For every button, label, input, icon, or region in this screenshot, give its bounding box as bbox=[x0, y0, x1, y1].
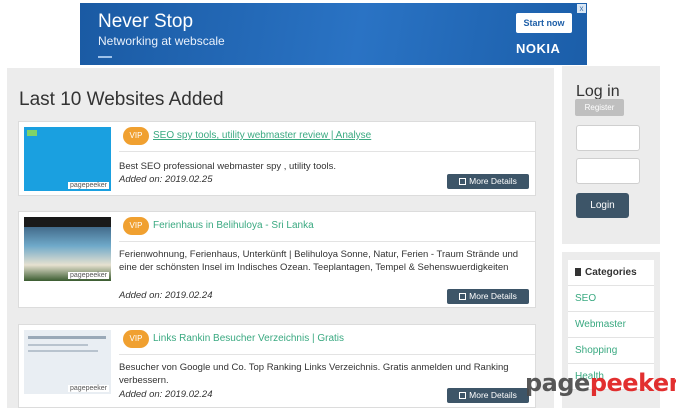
site-added-date: Added on: 2019.02.24 bbox=[119, 389, 213, 400]
list-icon bbox=[459, 178, 467, 185]
ad-close-icon[interactable]: x bbox=[577, 4, 586, 13]
list-icon bbox=[459, 392, 467, 399]
vip-badge: VIP bbox=[123, 330, 149, 348]
thumbnail-detail bbox=[27, 130, 37, 136]
watermark-part2: peeker bbox=[589, 369, 676, 397]
card-header: VIP Ferienhaus in Belihuloya - Sri Lanka bbox=[119, 212, 535, 242]
category-item-seo[interactable]: SEO bbox=[568, 286, 654, 312]
more-details-button[interactable]: More Details bbox=[447, 388, 529, 403]
site-description: Ferienwohnung, Ferienhaus, Unterkünft | … bbox=[119, 249, 519, 273]
list-icon bbox=[459, 293, 467, 300]
site-added-date: Added on: 2019.02.25 bbox=[119, 174, 213, 185]
page-title: Last 10 Websites Added bbox=[19, 89, 224, 110]
more-details-label: More Details bbox=[469, 291, 517, 301]
site-card: pagepeeker VIP Ferienhaus in Belihuloya … bbox=[18, 211, 536, 308]
vip-badge: VIP bbox=[123, 217, 149, 235]
vip-badge: VIP bbox=[123, 127, 149, 145]
more-details-button[interactable]: More Details bbox=[447, 289, 529, 304]
ad-subline: Networking at webscale bbox=[98, 34, 225, 48]
site-added-date: Added on: 2019.02.24 bbox=[119, 290, 213, 301]
site-thumbnail[interactable]: pagepeeker bbox=[24, 330, 111, 394]
bookmark-icon bbox=[575, 268, 581, 276]
site-card: pagepeeker VIP Links Rankin Besucher Ver… bbox=[18, 324, 536, 408]
password-field[interactable] bbox=[576, 158, 640, 184]
thumbnail-detail bbox=[24, 217, 111, 227]
site-card: pagepeeker VIP SEO spy tools, utility we… bbox=[18, 121, 536, 196]
ad-banner[interactable]: Never Stop Networking at webscale Start … bbox=[80, 3, 587, 65]
site-description: Best SEO professional webmaster spy , ut… bbox=[119, 161, 337, 172]
thumbnail-brand: pagepeeker bbox=[68, 272, 109, 279]
site-title-link[interactable]: Links Rankin Besucher Verzeichnis | Grat… bbox=[153, 333, 344, 344]
thumbnail-detail bbox=[28, 344, 88, 346]
username-field[interactable] bbox=[576, 125, 640, 151]
more-details-label: More Details bbox=[469, 176, 517, 186]
thumbnail-detail bbox=[28, 336, 106, 339]
card-header: VIP SEO spy tools, utility webmaster rev… bbox=[119, 122, 535, 152]
ad-headline: Never Stop bbox=[98, 11, 194, 32]
more-details-label: More Details bbox=[469, 390, 517, 400]
login-panel: Log in Register Login bbox=[562, 66, 660, 244]
site-thumbnail[interactable]: pagepeeker bbox=[24, 217, 111, 281]
card-header: VIP Links Rankin Besucher Verzeichnis | … bbox=[119, 325, 535, 355]
category-item-webmaster[interactable]: Webmaster bbox=[568, 312, 654, 338]
thumbnail-detail bbox=[28, 350, 98, 352]
ad-brand-logo: NOKIA bbox=[516, 41, 561, 56]
categories-title: Categories bbox=[585, 267, 637, 278]
pagepeeker-watermark: pagepeeker bbox=[525, 369, 676, 397]
ad-cta-button[interactable]: Start now bbox=[516, 13, 572, 33]
register-button[interactable]: Register bbox=[575, 99, 624, 116]
watermark-part1: page bbox=[525, 369, 590, 397]
thumbnail-brand: pagepeeker bbox=[68, 385, 109, 392]
latest-sites-panel: Last 10 Websites Added pagepeeker VIP SE… bbox=[7, 68, 554, 408]
site-title-link[interactable]: SEO spy tools, utility webmaster review … bbox=[153, 130, 371, 141]
categories-header: Categories bbox=[568, 260, 654, 286]
more-details-button[interactable]: More Details bbox=[447, 174, 529, 189]
category-item-shopping[interactable]: Shopping bbox=[568, 338, 654, 364]
ad-divider bbox=[98, 56, 112, 58]
site-thumbnail[interactable]: pagepeeker bbox=[24, 127, 111, 191]
site-description: Besucher von Google und Co. Top Ranking … bbox=[119, 362, 509, 386]
site-title-link[interactable]: Ferienhaus in Belihuloya - Sri Lanka bbox=[153, 220, 314, 231]
thumbnail-brand: pagepeeker bbox=[68, 182, 109, 189]
login-button[interactable]: Login bbox=[576, 193, 629, 218]
